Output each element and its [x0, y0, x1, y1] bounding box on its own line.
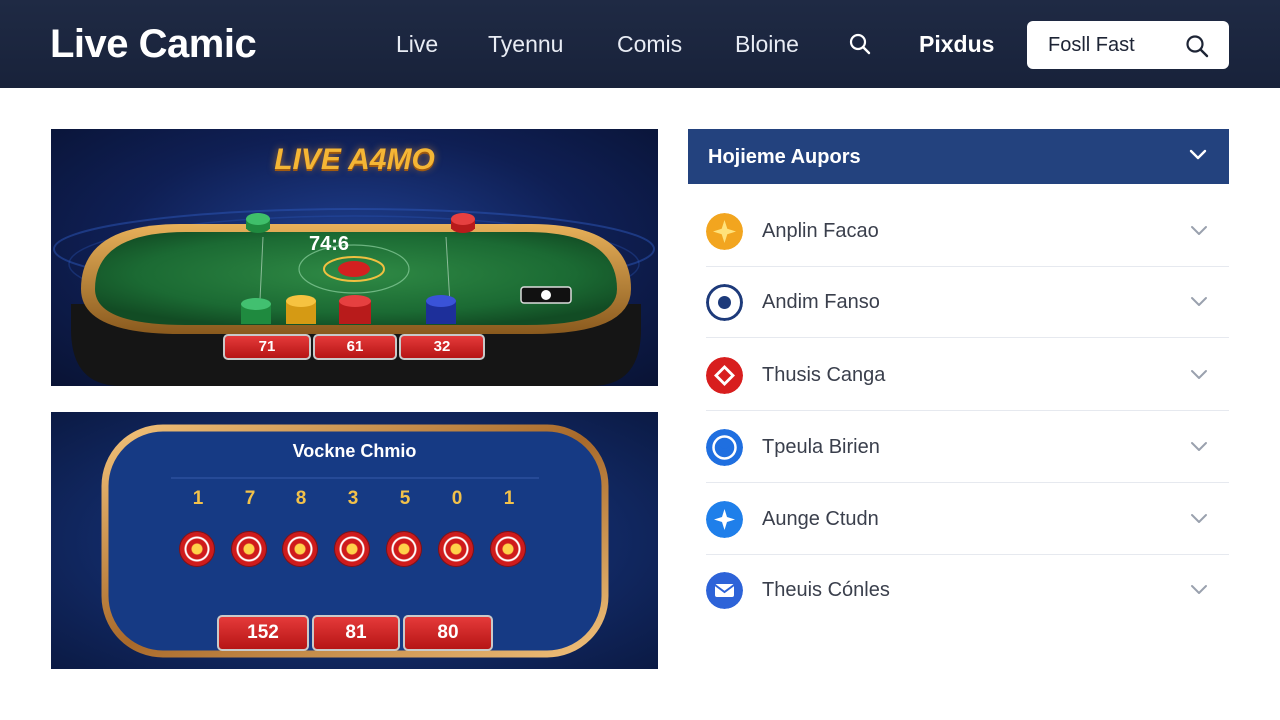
- draw-digit: 1: [192, 488, 204, 509]
- chip-icon: [335, 532, 369, 566]
- chevron-down-icon[interactable]: [1189, 296, 1209, 308]
- accordion-item-aunge-ctudn[interactable]: Aunge Ctudn: [706, 483, 1229, 555]
- accordion-item-tpeula-birien[interactable]: Tpeula Birien: [706, 411, 1229, 483]
- search-icon[interactable]: [849, 33, 871, 55]
- chevron-down-icon[interactable]: [1189, 225, 1209, 237]
- draw-digit: 0: [451, 488, 463, 509]
- nav-item-live[interactable]: Live: [396, 31, 438, 58]
- check-circle-icon: [706, 429, 743, 466]
- mail-icon: [706, 572, 743, 609]
- chip-icon: [283, 532, 317, 566]
- draw-digit: 8: [295, 488, 307, 509]
- accordion-item-label: Tpeula Birien: [762, 436, 880, 458]
- chip-icon: [232, 532, 266, 566]
- nav-item-bloine[interactable]: Bloine: [735, 31, 799, 58]
- accordion-item-label: Thusis Canga: [762, 364, 886, 386]
- draw-digit: 3: [347, 488, 359, 509]
- site-logo[interactable]: Live Camic: [50, 22, 257, 67]
- table-number: 74:6: [309, 233, 350, 255]
- featured-game-title: LIVE A4MO: [274, 143, 435, 176]
- chevron-down-icon[interactable]: [1189, 584, 1209, 596]
- chip-icon: [180, 532, 214, 566]
- chevron-down-icon[interactable]: [1188, 148, 1208, 162]
- score-pill: 80: [403, 615, 493, 651]
- diamond-icon: [706, 357, 743, 394]
- top-navbar: Live Camic Live Tyennu Comis Bloine Pixd…: [0, 0, 1280, 88]
- accordion-item-anplin-facao[interactable]: Anplin Facao: [706, 195, 1229, 267]
- sparkle-icon: [706, 501, 743, 538]
- chevron-down-icon[interactable]: [1189, 441, 1209, 453]
- chip-icon: [387, 532, 421, 566]
- search-icon[interactable]: [1185, 34, 1209, 58]
- secondary-game-title: Vockne Chmio: [292, 441, 417, 461]
- nav-item-pixdus[interactable]: Pixdus: [919, 31, 994, 58]
- draw-digit: 7: [244, 488, 256, 509]
- accordion-item-thusis-canga[interactable]: Thusis Canga: [706, 339, 1229, 411]
- accordion-item-label: Anplin Facao: [762, 220, 879, 242]
- accordion-item-label: Aunge Ctudn: [762, 508, 879, 530]
- draw-digit: 1: [503, 488, 515, 509]
- nav-item-comis[interactable]: Comis: [617, 31, 682, 58]
- score-pill: 152: [217, 615, 309, 651]
- score-pill: 81: [312, 615, 400, 651]
- chevron-down-icon[interactable]: [1189, 369, 1209, 381]
- chip-icon: [491, 532, 525, 566]
- accordion-item-label: Theuis Cónles: [762, 579, 890, 601]
- score-pill: 61: [313, 334, 397, 360]
- search-input[interactable]: Fosll Fast: [1027, 21, 1229, 69]
- score-pill: 32: [399, 334, 485, 360]
- accordion-item-andim-fanso[interactable]: Andim Fanso: [706, 266, 1229, 338]
- divider: [706, 337, 1229, 338]
- chip-icon: [439, 532, 473, 566]
- secondary-game-card[interactable]: Vockne Chmio 1 7 8 3 5 0 1 152 81 80: [51, 412, 658, 669]
- draw-digit: 5: [399, 488, 411, 509]
- score-pill: 71: [223, 334, 311, 360]
- star-icon: [706, 213, 743, 250]
- accordion-title: Hojieme Aupors: [708, 146, 861, 168]
- chevron-down-icon[interactable]: [1189, 513, 1209, 525]
- target-icon: [706, 284, 743, 321]
- search-input-value: Fosll Fast: [1048, 34, 1135, 56]
- nav-item-tyennu[interactable]: Tyennu: [488, 31, 563, 58]
- accordion-header[interactable]: Hojieme Aupors: [688, 129, 1229, 184]
- accordion-item-theuis-conles[interactable]: Theuis Cónles: [706, 554, 1229, 626]
- accordion-item-label: Andim Fanso: [762, 291, 880, 313]
- featured-game-card[interactable]: LIVE A4MO 74:6 71 61 32: [51, 129, 658, 386]
